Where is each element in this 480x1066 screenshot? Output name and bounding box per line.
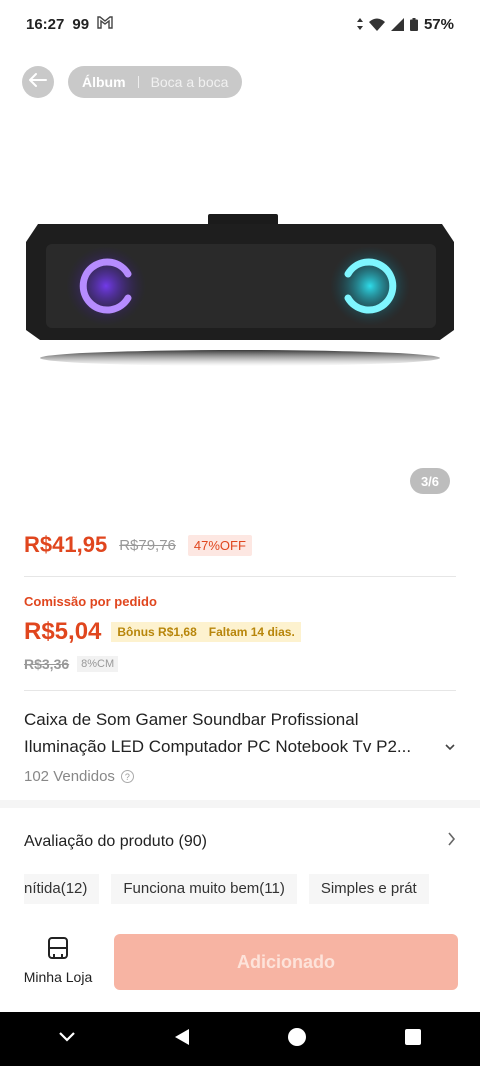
commission-label: Comissão por pedido <box>24 594 157 609</box>
added-button[interactable]: Adicionado <box>114 934 458 990</box>
product-image <box>26 214 454 366</box>
commission-rate-badge: 8%CM <box>77 656 119 672</box>
gmail-icon <box>97 15 113 33</box>
back-triangle-icon[interactable] <box>173 1028 191 1051</box>
commission-value: R$5,04 <box>24 618 102 645</box>
signal-icon <box>390 17 404 31</box>
tab-reviews[interactable]: Boca a boca <box>151 74 229 90</box>
price-row: R$41,95 R$79,76 47%OFF <box>24 532 252 558</box>
recents-square-icon[interactable] <box>404 1028 422 1051</box>
image-counter: 3/6 <box>410 468 450 494</box>
chevron-down-icon[interactable] <box>444 738 456 756</box>
gallery-tabs: Álbum Boca a boca <box>68 66 243 98</box>
back-button[interactable] <box>22 66 54 98</box>
battery-percent: 57% <box>423 15 454 33</box>
review-tag[interactable]: Funciona muito bem(11) <box>111 874 297 904</box>
divider <box>24 576 456 577</box>
current-price: R$41,95 <box>24 532 108 557</box>
tab-separator <box>137 76 139 88</box>
review-tags: nítida(12) Funciona muito bem(11) Simple… <box>24 874 456 904</box>
product-image-gallery[interactable]: Álbum Boca a boca 3/6 <box>0 48 480 518</box>
home-circle-icon[interactable] <box>287 1027 307 1052</box>
review-tag[interactable]: Simples e prát <box>308 874 429 904</box>
wifi-icon <box>368 18 385 31</box>
product-title[interactable]: Caixa de Som Gamer Soundbar Profissional… <box>24 706 444 760</box>
bonus-badge: Bônus R$1,68 Faltam 14 dias. <box>111 622 301 642</box>
my-store-label: Minha Loja <box>23 969 93 985</box>
question-icon[interactable]: ? <box>120 770 134 783</box>
tab-album[interactable]: Álbum <box>82 74 126 90</box>
system-nav-bar <box>0 1012 480 1066</box>
store-icon <box>46 936 70 963</box>
section-divider <box>0 800 480 808</box>
commission-old-value: R$3,36 <box>24 656 70 672</box>
discount-badge: 47%OFF <box>187 534 252 556</box>
sold-count: 102 Vendidos <box>24 768 115 785</box>
chevron-right-icon <box>447 832 456 851</box>
sold-count-row: 102 Vendidos ? <box>24 768 134 785</box>
commission-old-row: R$3,36 8%CM <box>24 656 119 672</box>
review-title: Avaliação do produto (90) <box>24 832 207 850</box>
chevron-down-icon[interactable] <box>58 1030 76 1048</box>
original-price: R$79,76 <box>119 536 176 554</box>
data-arrows-icon <box>356 18 363 30</box>
divider <box>24 690 456 691</box>
review-tag[interactable]: nítida(12) <box>24 874 100 904</box>
notification-count: 99 <box>72 15 90 33</box>
arrow-left-icon <box>29 72 47 92</box>
bottom-action-bar: Minha Loja Adicionado <box>0 920 480 1012</box>
review-header[interactable]: Avaliação do produto (90) <box>24 832 456 851</box>
top-nav: Álbum Boca a boca <box>22 66 243 98</box>
bonus-remaining: Faltam 14 dias. <box>208 625 295 639</box>
commission-row: R$5,04 Bônus R$1,68 Faltam 14 dias. <box>24 618 301 646</box>
clock: 16:27 <box>26 15 65 33</box>
battery-icon <box>409 17 418 31</box>
status-bar: 16:27 99 57% <box>0 0 480 48</box>
my-store-button[interactable]: Minha Loja <box>20 936 96 985</box>
bonus-amount: Bônus R$1,68 <box>117 625 197 639</box>
